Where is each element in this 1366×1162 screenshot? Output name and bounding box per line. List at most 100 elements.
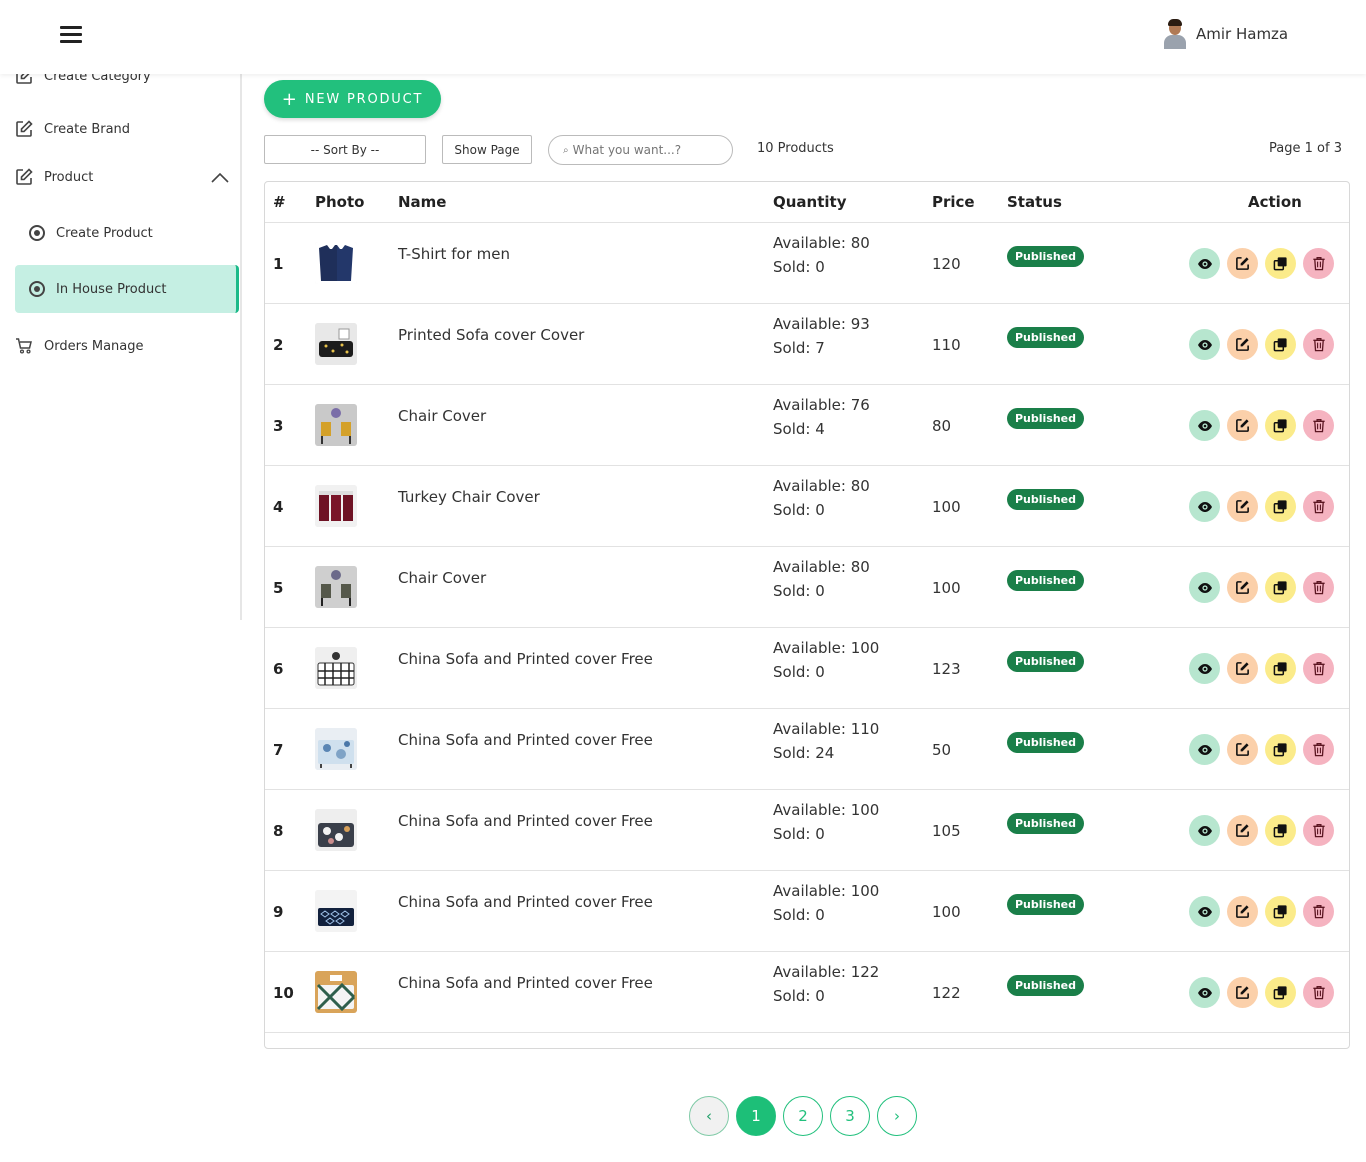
delete-button[interactable] [1303,896,1334,927]
eye-icon [1197,661,1213,677]
search-box[interactable]: ⌕ [548,135,733,165]
product-price: 100 [932,903,961,921]
delete-button[interactable] [1303,491,1334,522]
table-row: 4 Turkey Chair Cover Available: 80 Sold: 0 1… [265,466,1349,547]
sort-by-select[interactable]: -- Sort By -- [264,135,426,164]
eye-icon [1197,499,1213,515]
duplicate-button[interactable] [1265,815,1296,846]
edit-button[interactable] [1227,248,1258,279]
trash-icon [1312,904,1326,919]
show-page-select[interactable]: Show Page [442,135,532,164]
eye-icon [1197,337,1213,353]
edit-button[interactable] [1227,977,1258,1008]
delete-button[interactable] [1303,815,1334,846]
delete-button[interactable] [1303,653,1334,684]
duplicate-button[interactable] [1265,896,1296,927]
edit-icon [1235,823,1250,838]
sold-quantity: Sold: 0 [773,582,825,600]
table-row: 1 T-Shirt for men Available: 80 Sold: 0 120 P… [265,223,1349,304]
sold-quantity: Sold: 0 [773,825,825,843]
sidebar-item-label: In House Product [56,281,167,297]
col-photo: Photo [315,193,365,211]
view-button[interactable] [1189,896,1220,927]
copy-icon [1273,661,1288,676]
edit-button[interactable] [1227,329,1258,360]
sidebar-item-orders-manage[interactable]: Orders Manage [14,336,144,356]
sidebar-item-in-house-product[interactable]: In House Product [15,265,239,313]
sidebar-item-product[interactable]: Product [14,167,93,187]
view-button[interactable] [1189,410,1220,441]
page-2-button[interactable]: 2 [783,1096,823,1136]
prev-page-button[interactable]: ‹ [689,1096,729,1136]
edit-button[interactable] [1227,491,1258,522]
delete-button[interactable] [1303,329,1334,360]
view-button[interactable] [1189,248,1220,279]
user-profile[interactable]: Amir Hamza [1162,18,1288,50]
view-button[interactable] [1189,653,1220,684]
sidebar-item-create-product[interactable]: Create Product [15,209,239,257]
duplicate-button[interactable] [1265,572,1296,603]
copy-icon [1273,742,1288,757]
status-badge: Published [1007,246,1084,267]
page-info: Page 1 of 3 [1269,141,1342,156]
sidebar-item-label: Create Product [56,225,153,241]
view-button[interactable] [1189,329,1220,360]
delete-button[interactable] [1303,248,1334,279]
next-page-button[interactable]: › [877,1096,917,1136]
search-input[interactable] [572,143,723,157]
edit-button[interactable] [1227,815,1258,846]
delete-button[interactable] [1303,734,1334,765]
edit-icon [1235,418,1250,433]
product-price: 120 [932,255,961,273]
row-number: 10 [273,984,294,1002]
menu-icon[interactable] [60,26,82,46]
row-number: 6 [273,660,284,678]
edit-button[interactable] [1227,653,1258,684]
sold-quantity: Sold: 4 [773,420,825,438]
status-badge: Published [1007,570,1084,591]
duplicate-button[interactable] [1265,248,1296,279]
duplicate-button[interactable] [1265,734,1296,765]
edit-icon [14,167,34,187]
edit-button[interactable] [1227,734,1258,765]
sidebar-item-create-brand[interactable]: Create Brand [14,119,130,139]
row-number: 2 [273,336,284,354]
new-product-button[interactable]: + NEW PRODUCT [264,80,441,118]
chevron-up-icon[interactable] [211,172,229,184]
duplicate-button[interactable] [1265,410,1296,441]
edit-button[interactable] [1227,896,1258,927]
row-number: 5 [273,579,284,597]
edit-icon [1235,985,1250,1000]
trash-icon [1312,661,1326,676]
page-3-button[interactable]: 3 [830,1096,870,1136]
view-button[interactable] [1189,491,1220,522]
duplicate-button[interactable] [1265,491,1296,522]
delete-button[interactable] [1303,410,1334,441]
view-button[interactable] [1189,815,1220,846]
view-button[interactable] [1189,734,1220,765]
delete-button[interactable] [1303,977,1334,1008]
eye-icon [1197,418,1213,434]
edit-button[interactable] [1227,572,1258,603]
delete-button[interactable] [1303,572,1334,603]
col-price: Price [932,193,975,211]
view-button[interactable] [1189,977,1220,1008]
duplicate-button[interactable] [1265,977,1296,1008]
product-photo [315,890,357,932]
sidebar-item-create-category[interactable]: Create Category [14,74,151,86]
page-1-button[interactable]: 1 [736,1096,776,1136]
view-button[interactable] [1189,572,1220,603]
available-quantity: Available: 80 [773,234,870,252]
edit-button[interactable] [1227,410,1258,441]
status-badge: Published [1007,489,1084,510]
col-name: Name [398,193,447,211]
copy-icon [1273,337,1288,352]
product-name: Chair Cover [398,407,487,425]
duplicate-button[interactable] [1265,329,1296,360]
edit-icon [1235,904,1250,919]
available-quantity: Available: 110 [773,720,880,738]
status-badge: Published [1007,327,1084,348]
duplicate-button[interactable] [1265,653,1296,684]
product-photo [315,323,357,365]
product-name: China Sofa and Printed cover Free [398,812,653,830]
